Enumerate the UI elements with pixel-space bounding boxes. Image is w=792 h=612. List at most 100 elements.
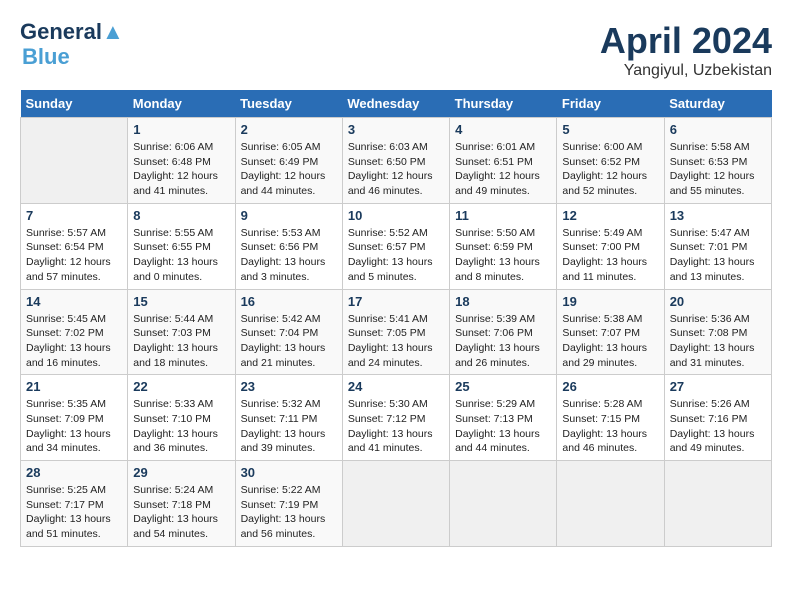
week-row-1: 1Sunrise: 6:06 AMSunset: 6:48 PMDaylight… <box>21 118 772 204</box>
day-cell: 16Sunrise: 5:42 AMSunset: 7:04 PMDayligh… <box>235 289 342 375</box>
day-cell: 4 Sunrise: 6:01 AMSunset: 6:51 PMDaylight… <box>450 118 557 204</box>
day-info: Sunrise: 5:29 AMSunset: 7:13 PMDaylight:… <box>455 397 551 456</box>
day-cell: 18 Sunrise: 5:39 AMSunset: 7:06 PMDayligh… <box>450 289 557 375</box>
day-cell: 25Sunrise: 5:29 AMSunset: 7:13 PMDayligh… <box>450 375 557 461</box>
day-number: 9 <box>241 208 337 223</box>
day-number: 7 <box>26 208 122 223</box>
day-info: Sunrise: 5:36 AMSunset: 7:08 PMDaylight:… <box>670 312 766 371</box>
day-number: 17 <box>348 294 444 309</box>
calendar-header: SundayMondayTuesdayWednesdayThursdayFrid… <box>21 90 772 118</box>
day-info: Sunrise: 6:00 AMSunset: 6:52 PMDaylight:… <box>562 140 658 199</box>
day-cell: 19Sunrise: 5:38 AMSunset: 7:07 PMDayligh… <box>557 289 664 375</box>
day-info: Sunrise: 5:44 AMSunset: 7:03 PMDaylight:… <box>133 312 229 371</box>
weekday-header-saturday: Saturday <box>664 90 771 118</box>
day-info: Sunrise: 6:06 AMSunset: 6:48 PMDaylight:… <box>133 140 229 199</box>
day-info: Sunrise: 5:50 AMSunset: 6:59 PMDaylight:… <box>455 226 551 285</box>
day-cell: 24Sunrise: 5:30 AMSunset: 7:12 PMDayligh… <box>342 375 449 461</box>
day-cell: 1Sunrise: 6:06 AMSunset: 6:48 PMDaylight… <box>128 118 235 204</box>
day-cell: 29 Sunrise: 5:24 AMSunset: 7:18 PMDayligh… <box>128 461 235 547</box>
day-info: Sunrise: 5:32 AMSunset: 7:11 PMDaylight:… <box>241 397 337 456</box>
day-number: 6 <box>670 122 766 137</box>
day-cell: 20 Sunrise: 5:36 AMSunset: 7:08 PMDayligh… <box>664 289 771 375</box>
day-cell: 23Sunrise: 5:32 AMSunset: 7:11 PMDayligh… <box>235 375 342 461</box>
day-info: Sunrise: 5:39 AMSunset: 7:06 PMDaylight:… <box>455 312 551 371</box>
day-number: 29 <box>133 465 229 480</box>
week-row-3: 14 Sunrise: 5:45 AMSunset: 7:02 PMDayligh… <box>21 289 772 375</box>
day-cell: 27 Sunrise: 5:26 AMSunset: 7:16 PMDayligh… <box>664 375 771 461</box>
weekday-header-sunday: Sunday <box>21 90 128 118</box>
day-cell <box>450 461 557 547</box>
day-info: Sunrise: 5:52 AMSunset: 6:57 PMDaylight:… <box>348 226 444 285</box>
day-number: 14 <box>26 294 122 309</box>
day-number: 22 <box>133 379 229 394</box>
day-cell <box>557 461 664 547</box>
week-row-5: 28Sunrise: 5:25 AMSunset: 7:17 PMDayligh… <box>21 461 772 547</box>
day-info: Sunrise: 6:05 AMSunset: 6:49 PMDaylight:… <box>241 140 337 199</box>
day-cell <box>21 118 128 204</box>
day-info: Sunrise: 5:57 AMSunset: 6:54 PMDaylight:… <box>26 226 122 285</box>
day-cell: 3 Sunrise: 6:03 AMSunset: 6:50 PMDaylight… <box>342 118 449 204</box>
day-info: Sunrise: 5:33 AMSunset: 7:10 PMDaylight:… <box>133 397 229 456</box>
logo: General▲ Blue <box>20 20 124 70</box>
weekday-row: SundayMondayTuesdayWednesdayThursdayFrid… <box>21 90 772 118</box>
day-cell: 15 Sunrise: 5:44 AMSunset: 7:03 PMDayligh… <box>128 289 235 375</box>
day-number: 5 <box>562 122 658 137</box>
day-number: 15 <box>133 294 229 309</box>
day-number: 8 <box>133 208 229 223</box>
day-number: 10 <box>348 208 444 223</box>
page-header: General▲ Blue April 2024 Yangiyul, Uzbek… <box>20 20 772 80</box>
day-cell: 2Sunrise: 6:05 AMSunset: 6:49 PMDaylight… <box>235 118 342 204</box>
day-info: Sunrise: 5:26 AMSunset: 7:16 PMDaylight:… <box>670 397 766 456</box>
day-info: Sunrise: 5:28 AMSunset: 7:15 PMDaylight:… <box>562 397 658 456</box>
day-info: Sunrise: 5:24 AMSunset: 7:18 PMDaylight:… <box>133 483 229 542</box>
day-info: Sunrise: 6:03 AMSunset: 6:50 PMDaylight:… <box>348 140 444 199</box>
day-number: 18 <box>455 294 551 309</box>
day-cell: 22 Sunrise: 5:33 AMSunset: 7:10 PMDayligh… <box>128 375 235 461</box>
day-number: 27 <box>670 379 766 394</box>
month-title: April 2024 <box>600 20 772 62</box>
day-number: 20 <box>670 294 766 309</box>
day-number: 4 <box>455 122 551 137</box>
day-info: Sunrise: 5:45 AMSunset: 7:02 PMDaylight:… <box>26 312 122 371</box>
day-info: Sunrise: 5:35 AMSunset: 7:09 PMDaylight:… <box>26 397 122 456</box>
week-row-4: 21 Sunrise: 5:35 AMSunset: 7:09 PMDayligh… <box>21 375 772 461</box>
location: Yangiyul, Uzbekistan <box>600 62 772 80</box>
day-cell: 12 Sunrise: 5:49 AMSunset: 7:00 PMDayligh… <box>557 203 664 289</box>
weekday-header-monday: Monday <box>128 90 235 118</box>
calendar-body: 1Sunrise: 6:06 AMSunset: 6:48 PMDaylight… <box>21 118 772 547</box>
day-cell: 7 Sunrise: 5:57 AMSunset: 6:54 PMDaylight… <box>21 203 128 289</box>
day-cell: 26 Sunrise: 5:28 AMSunset: 7:15 PMDayligh… <box>557 375 664 461</box>
title-section: April 2024 Yangiyul, Uzbekistan <box>600 20 772 80</box>
day-number: 28 <box>26 465 122 480</box>
day-number: 30 <box>241 465 337 480</box>
day-cell: 13Sunrise: 5:47 AMSunset: 7:01 PMDayligh… <box>664 203 771 289</box>
day-info: Sunrise: 5:22 AMSunset: 7:19 PMDaylight:… <box>241 483 337 542</box>
day-cell: 30 Sunrise: 5:22 AMSunset: 7:19 PMDayligh… <box>235 461 342 547</box>
day-info: Sunrise: 5:49 AMSunset: 7:00 PMDaylight:… <box>562 226 658 285</box>
day-cell: 8 Sunrise: 5:55 AMSunset: 6:55 PMDaylight… <box>128 203 235 289</box>
day-number: 16 <box>241 294 337 309</box>
day-info: Sunrise: 5:55 AMSunset: 6:55 PMDaylight:… <box>133 226 229 285</box>
week-row-2: 7 Sunrise: 5:57 AMSunset: 6:54 PMDaylight… <box>21 203 772 289</box>
day-cell <box>342 461 449 547</box>
day-cell: 14 Sunrise: 5:45 AMSunset: 7:02 PMDayligh… <box>21 289 128 375</box>
day-number: 21 <box>26 379 122 394</box>
logo-text: General▲ <box>20 20 124 44</box>
day-number: 12 <box>562 208 658 223</box>
day-number: 11 <box>455 208 551 223</box>
day-cell: 5 Sunrise: 6:00 AMSunset: 6:52 PMDaylight… <box>557 118 664 204</box>
day-cell: 11 Sunrise: 5:50 AMSunset: 6:59 PMDayligh… <box>450 203 557 289</box>
day-cell: 6Sunrise: 5:58 AMSunset: 6:53 PMDaylight… <box>664 118 771 204</box>
day-info: Sunrise: 6:01 AMSunset: 6:51 PMDaylight:… <box>455 140 551 199</box>
day-info: Sunrise: 5:53 AMSunset: 6:56 PMDaylight:… <box>241 226 337 285</box>
day-number: 13 <box>670 208 766 223</box>
day-number: 3 <box>348 122 444 137</box>
day-info: Sunrise: 5:30 AMSunset: 7:12 PMDaylight:… <box>348 397 444 456</box>
day-number: 19 <box>562 294 658 309</box>
day-cell: 10 Sunrise: 5:52 AMSunset: 6:57 PMDayligh… <box>342 203 449 289</box>
weekday-header-thursday: Thursday <box>450 90 557 118</box>
calendar-table: SundayMondayTuesdayWednesdayThursdayFrid… <box>20 90 772 547</box>
day-info: Sunrise: 5:41 AMSunset: 7:05 PMDaylight:… <box>348 312 444 371</box>
day-cell: 17 Sunrise: 5:41 AMSunset: 7:05 PMDayligh… <box>342 289 449 375</box>
day-number: 26 <box>562 379 658 394</box>
